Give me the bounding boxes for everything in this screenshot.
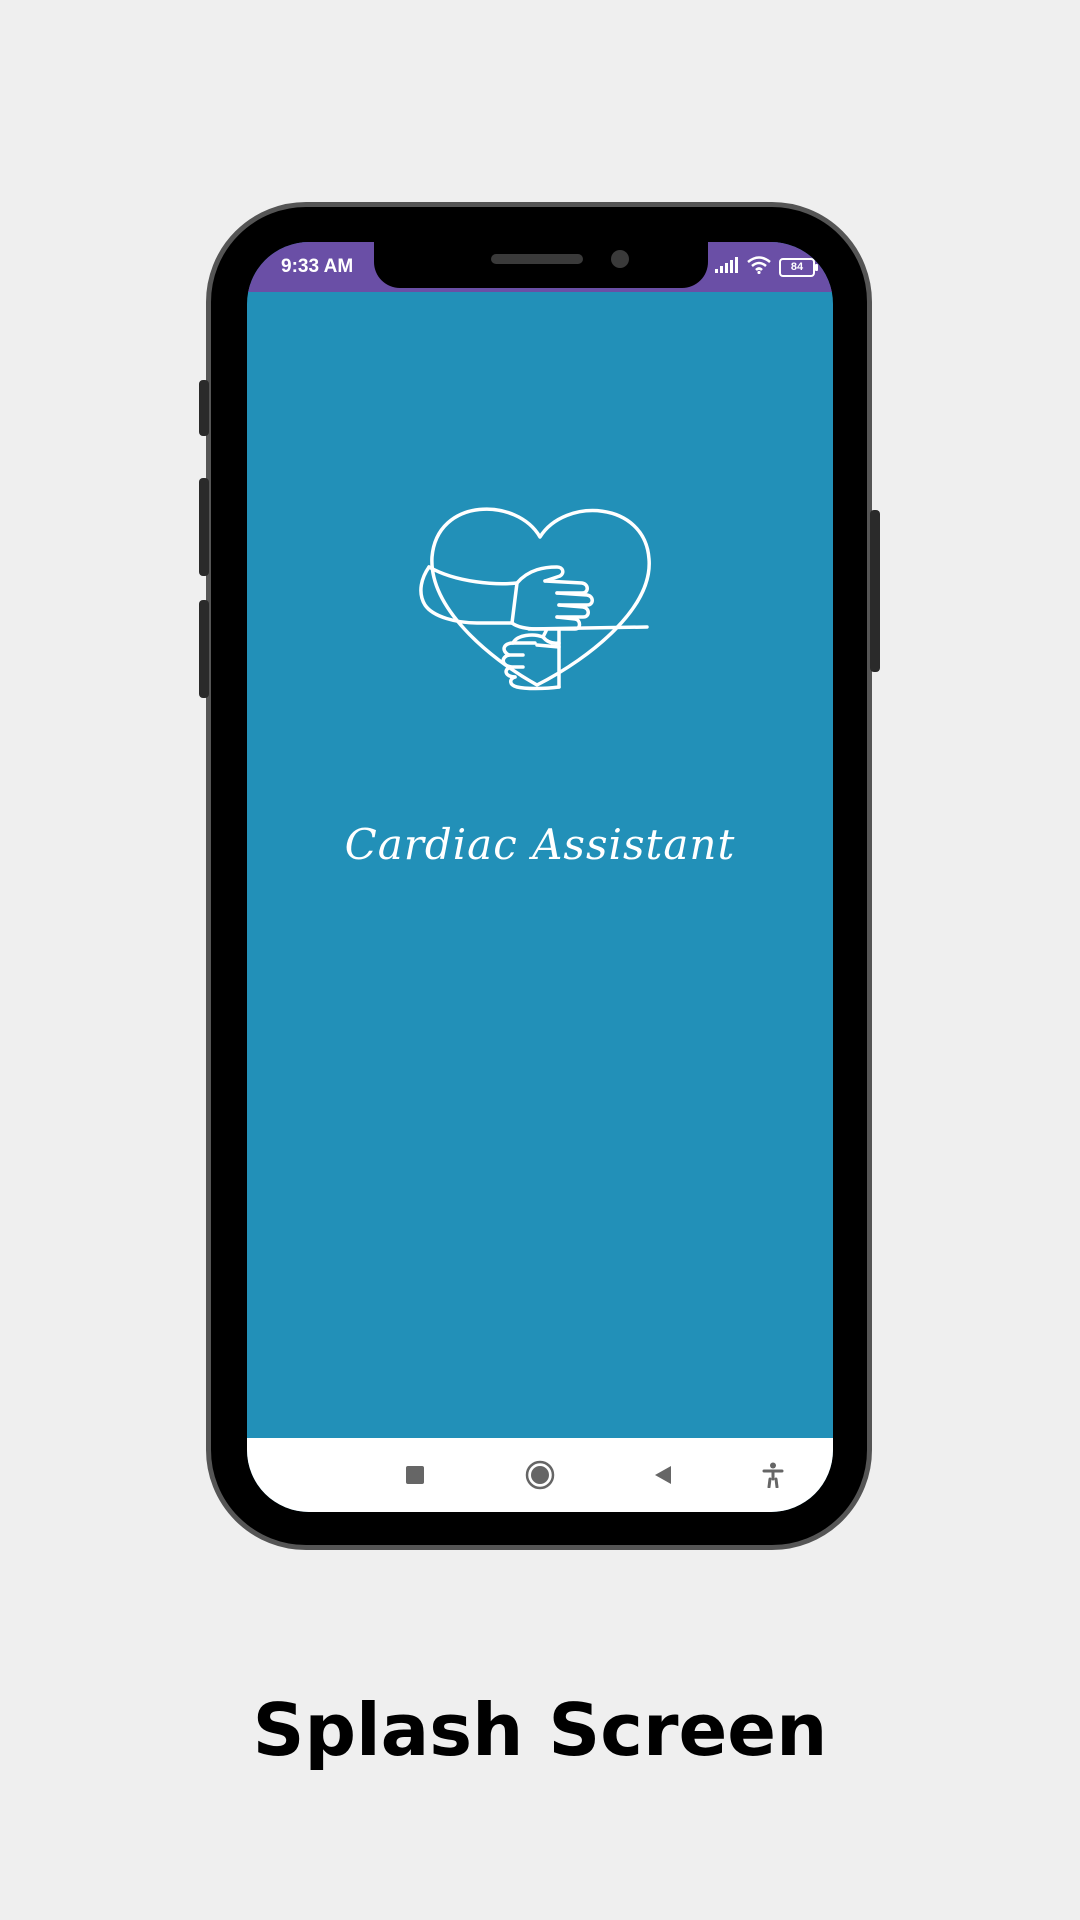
page-caption: Splash Screen — [252, 1688, 828, 1772]
accessibility-icon[interactable] — [755, 1457, 791, 1493]
front-camera — [611, 250, 629, 268]
status-time: 9:33 AM — [281, 256, 354, 277]
volume-down-button — [199, 600, 209, 698]
back-triangle-icon[interactable] — [645, 1457, 681, 1493]
home-circle-icon[interactable] — [522, 1457, 558, 1493]
signal-icon — [715, 256, 739, 278]
wifi-icon — [747, 255, 771, 279]
status-bar: 9:33 AM 84 — [247, 242, 833, 292]
recents-square-icon[interactable] — [397, 1457, 433, 1493]
earpiece-speaker — [491, 254, 583, 264]
app-name: Cardiac Assistant — [344, 820, 736, 869]
side-button-top — [199, 380, 209, 436]
heart-with-hands-icon — [417, 497, 663, 693]
navigation-bar — [247, 1438, 833, 1512]
power-button — [870, 510, 880, 672]
status-icons: 84 — [715, 255, 818, 279]
camera-notch — [374, 242, 708, 288]
phone-screen: 9:33 AM 84 Cardiac Assistant — [247, 242, 833, 1512]
battery-icon: 84 — [779, 257, 818, 277]
volume-up-button — [199, 478, 209, 576]
